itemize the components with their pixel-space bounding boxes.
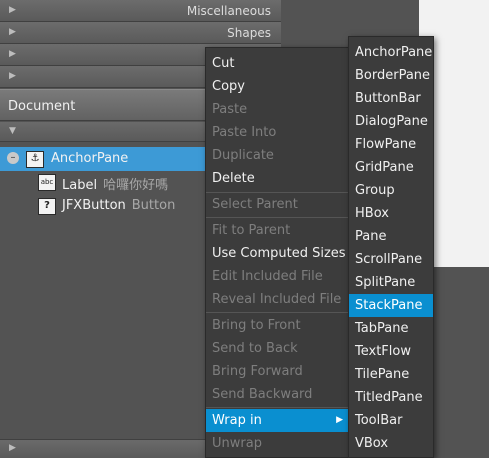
submenu-item-dialogpane[interactable]: DialogPane bbox=[349, 110, 433, 133]
submenu-item-vbox[interactable]: VBox bbox=[349, 432, 433, 455]
menu-item-use-computed-sizes[interactable]: Use Computed Sizes bbox=[206, 242, 350, 265]
submenu-item-stackpane[interactable]: StackPane bbox=[349, 294, 433, 317]
menu-item-bring-to-front[interactable]: Bring to Front bbox=[206, 314, 350, 337]
expand-triangle-icon: ▶ bbox=[9, 5, 16, 15]
bottom-section-header[interactable]: ▶ bbox=[0, 439, 209, 458]
library-section-miscellaneous[interactable]: ▶ Miscellaneous bbox=[0, 0, 281, 22]
expand-triangle-icon: ▶ bbox=[9, 27, 16, 37]
submenu-arrow-icon: ▶ bbox=[336, 415, 343, 425]
submenu-item-textflow[interactable]: TextFlow bbox=[349, 340, 433, 363]
menu-item-bring-forward[interactable]: Bring Forward bbox=[206, 360, 350, 383]
menu-item-send-to-back[interactable]: Send to Back bbox=[206, 337, 350, 360]
submenu-item-tilepane[interactable]: TilePane bbox=[349, 363, 433, 386]
tree-item-label-node[interactable]: abc Label 哈囉你好嗎 bbox=[0, 170, 209, 194]
document-panel-header[interactable]: Document bbox=[0, 89, 209, 121]
menu-item-paste-into[interactable]: Paste Into bbox=[206, 121, 350, 144]
submenu-item-scrollpane[interactable]: ScrollPane bbox=[349, 248, 433, 271]
tree-item-label: Label bbox=[62, 178, 98, 193]
library-section-label: Miscellaneous bbox=[186, 4, 271, 18]
menu-item-send-backward[interactable]: Send Backward bbox=[206, 383, 350, 406]
menu-item-delete[interactable]: Delete bbox=[206, 167, 350, 190]
submenu-item-borderpane[interactable]: BorderPane bbox=[349, 64, 433, 87]
submenu-item-flowpane[interactable]: FlowPane bbox=[349, 133, 433, 156]
tree-item-label: JFXButton bbox=[62, 198, 126, 213]
menu-item-edit-included-file[interactable]: Edit Included File bbox=[206, 265, 350, 288]
submenu-item-splitpane[interactable]: SplitPane bbox=[349, 271, 433, 294]
library-section-shapes[interactable]: ▶ Shapes bbox=[0, 22, 281, 44]
tree-item-subtext: 哈囉你好嗎 bbox=[103, 178, 169, 193]
submenu-item-toolbar[interactable]: ToolBar bbox=[349, 409, 433, 432]
tree-item-label: AnchorPane bbox=[51, 151, 129, 166]
context-menu: Cut Copy Paste Paste Into Duplicate Dele… bbox=[205, 47, 351, 458]
document-panel-title: Document bbox=[8, 99, 76, 114]
expand-triangle-icon: ▶ bbox=[9, 443, 16, 453]
label-icon: abc bbox=[38, 174, 56, 191]
anchor-icon: ⚓ bbox=[26, 151, 44, 168]
submenu-item-hbox[interactable]: HBox bbox=[349, 202, 433, 225]
menu-item-duplicate[interactable]: Duplicate bbox=[206, 144, 350, 167]
collapse-triangle-icon: ▼ bbox=[9, 126, 16, 136]
tree-item-jfxbutton[interactable]: ? JFXButton Button bbox=[0, 194, 209, 218]
menu-item-select-parent[interactable]: Select Parent bbox=[206, 193, 350, 216]
menu-separator bbox=[206, 312, 350, 313]
menu-separator bbox=[206, 407, 350, 408]
menu-item-reveal-included-file[interactable]: Reveal Included File bbox=[206, 288, 350, 311]
hierarchy-section-header[interactable]: ▼ bbox=[0, 122, 209, 142]
menu-item-label: Wrap in bbox=[212, 413, 262, 428]
unknown-component-icon: ? bbox=[38, 198, 56, 215]
submenu-item-tabpane[interactable]: TabPane bbox=[349, 317, 433, 340]
submenu-item-titledpane[interactable]: TitledPane bbox=[349, 386, 433, 409]
menu-item-paste[interactable]: Paste bbox=[206, 98, 350, 121]
wrap-in-submenu: AnchorPane BorderPane ButtonBar DialogPa… bbox=[348, 36, 434, 458]
menu-separator bbox=[206, 217, 350, 218]
tree-item-text: JFXButton Button bbox=[62, 198, 175, 213]
menu-item-cut[interactable]: Cut bbox=[206, 52, 350, 75]
expand-triangle-icon: ▶ bbox=[9, 49, 16, 59]
menu-item-copy[interactable]: Copy bbox=[206, 75, 350, 98]
tree-item-text: Label 哈囉你好嗎 bbox=[62, 174, 168, 193]
menu-item-wrap-in[interactable]: Wrap in ▶ bbox=[206, 409, 350, 432]
submenu-item-gridpane[interactable]: GridPane bbox=[349, 156, 433, 179]
library-section-label: Shapes bbox=[227, 26, 271, 40]
expand-triangle-icon: ▶ bbox=[9, 71, 16, 81]
tree-item-anchorpane[interactable]: – ⚓ AnchorPane bbox=[0, 147, 209, 171]
submenu-item-group[interactable]: Group bbox=[349, 179, 433, 202]
submenu-item-buttonbar[interactable]: ButtonBar bbox=[349, 87, 433, 110]
tree-item-subtext: Button bbox=[131, 198, 176, 213]
submenu-item-pane[interactable]: Pane bbox=[349, 225, 433, 248]
menu-item-unwrap[interactable]: Unwrap bbox=[206, 432, 350, 455]
menu-item-fit-to-parent[interactable]: Fit to Parent bbox=[206, 219, 350, 242]
submenu-item-anchorpane[interactable]: AnchorPane bbox=[349, 41, 433, 64]
collapse-toggle-icon[interactable]: – bbox=[7, 152, 19, 164]
